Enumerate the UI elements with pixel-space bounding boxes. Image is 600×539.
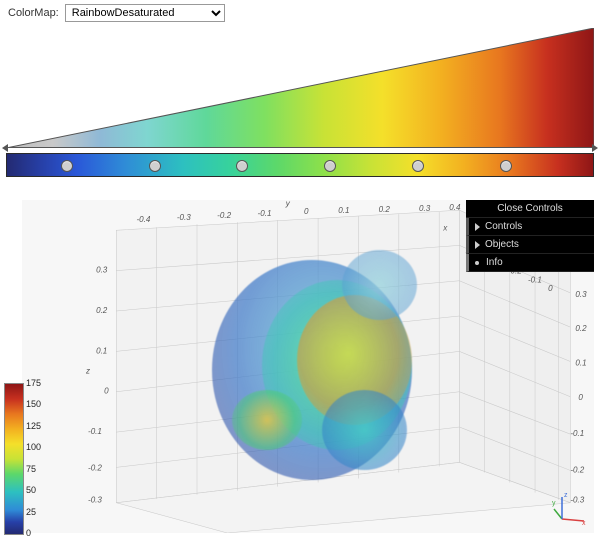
colorbar-handle[interactable] (412, 160, 424, 172)
svg-text:-0.1: -0.1 (88, 427, 102, 436)
svg-text:0.1: 0.1 (338, 206, 349, 215)
legend-tick: 75 (26, 464, 36, 474)
svg-text:0.3: 0.3 (575, 290, 587, 299)
colorbar-handle[interactable] (61, 160, 73, 172)
svg-text:-0.2: -0.2 (217, 211, 231, 220)
gui-row-label: Info (486, 257, 503, 268)
colorbar-horizontal[interactable] (6, 153, 594, 177)
svg-text:y: y (552, 500, 556, 507)
svg-text:0.2: 0.2 (379, 205, 391, 214)
colormap-select[interactable]: RainbowDesaturated (65, 4, 225, 22)
svg-text:0: 0 (578, 393, 583, 402)
colorbar-handle[interactable] (500, 160, 512, 172)
orientation-axes: x y z (552, 491, 588, 527)
svg-text:x: x (582, 520, 586, 527)
legend-tick: 150 (26, 399, 41, 409)
svg-text:-0.1: -0.1 (528, 276, 542, 285)
svg-text:0: 0 (548, 284, 553, 293)
colorbar-handle[interactable] (324, 160, 336, 172)
svg-text:y: y (285, 200, 291, 208)
legend-tick: 100 (26, 442, 41, 452)
legend-tick: 175 (26, 378, 41, 388)
svg-text:-0.1: -0.1 (570, 429, 584, 438)
colorbar-vertical: 1751501251007550250 (4, 383, 52, 533)
opacity-axis (6, 147, 594, 148)
opacity-editor[interactable] (6, 28, 594, 149)
colorbar-vertical-bar (4, 383, 24, 535)
svg-text:-0.3: -0.3 (88, 496, 102, 505)
svg-text:0: 0 (304, 207, 309, 216)
colorbar-handle[interactable] (236, 160, 248, 172)
svg-text:z: z (564, 492, 568, 499)
axis-arrow-left-icon (2, 144, 8, 152)
svg-text:0.1: 0.1 (96, 346, 107, 355)
volume-render (202, 240, 422, 490)
gui-close-button[interactable]: Close Controls (466, 200, 594, 218)
svg-text:-0.1: -0.1 (258, 209, 272, 218)
colorbar-handle[interactable] (149, 160, 161, 172)
dot-icon (475, 261, 479, 265)
gui-row-controls[interactable]: Controls (466, 218, 594, 236)
svg-text:0.3: 0.3 (96, 266, 108, 275)
opacity-triangle[interactable] (6, 28, 594, 148)
gui-row-objects[interactable]: Objects (466, 236, 594, 254)
axis-arrow-right-icon (592, 144, 598, 152)
viewport-3d[interactable]: 0.3 0.2 0.1 0 -0.1 -0.2 -0.3 z -0.4 -0.3 -0.2 -… (22, 200, 594, 533)
svg-text:0.2: 0.2 (96, 306, 108, 315)
svg-text:0.2: 0.2 (575, 324, 587, 333)
svg-text:0.1: 0.1 (575, 358, 586, 367)
gui-row-info[interactable]: Info (466, 254, 594, 272)
svg-text:z: z (85, 367, 90, 376)
gui-row-label: Controls (485, 221, 522, 232)
legend-tick: 125 (26, 421, 41, 431)
svg-text:0.4: 0.4 (449, 203, 461, 212)
svg-text:-0.4: -0.4 (136, 215, 150, 224)
svg-text:-0.2: -0.2 (570, 465, 584, 474)
svg-text:0: 0 (104, 387, 109, 396)
svg-text:0.3: 0.3 (419, 204, 431, 213)
gui-panel[interactable]: Close Controls Controls Objects Info (466, 200, 594, 272)
caret-right-icon (475, 223, 480, 231)
gui-row-label: Objects (485, 239, 519, 250)
legend-tick: 0 (26, 528, 31, 538)
caret-right-icon (475, 241, 480, 249)
colormap-label: ColorMap: (8, 7, 59, 19)
svg-text:-0.3: -0.3 (177, 213, 191, 222)
svg-text:-0.2: -0.2 (88, 463, 102, 472)
legend-tick: 25 (26, 507, 36, 517)
legend-tick: 50 (26, 485, 36, 495)
